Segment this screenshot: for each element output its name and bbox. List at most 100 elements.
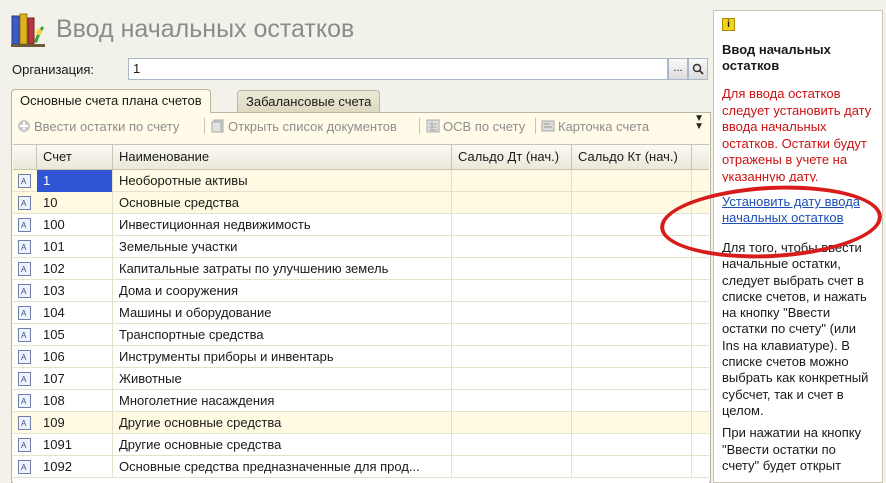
debit-balance-cell[interactable] <box>452 368 572 390</box>
organization-field[interactable]: 1 <box>128 58 668 80</box>
debit-balance-cell[interactable] <box>452 258 572 280</box>
open-documents-button[interactable]: Открыть список документов <box>211 117 397 135</box>
credit-balance-cell[interactable] <box>572 346 692 368</box>
toolbar-more-button[interactable]: ▼ ▼ <box>694 114 704 132</box>
organization-search-button[interactable] <box>688 58 708 80</box>
credit-balance-cell[interactable] <box>572 170 692 192</box>
account-code-cell[interactable]: 105 <box>37 324 113 346</box>
svg-text:A: A <box>21 419 27 428</box>
table-row[interactable]: A 108 Многолетние насаждения <box>13 390 709 412</box>
account-icon: A <box>18 394 31 408</box>
account-name-cell[interactable]: Машины и оборудование <box>113 302 452 324</box>
account-code-cell[interactable]: 1092 <box>37 456 113 478</box>
account-code-cell[interactable]: 106 <box>37 346 113 368</box>
table-row[interactable]: A 106 Инструменты приборы и инвентарь <box>13 346 709 368</box>
credit-balance-cell[interactable] <box>572 412 692 434</box>
table-row[interactable]: A 104 Машины и оборудование <box>13 302 709 324</box>
svg-text:A: A <box>21 265 27 274</box>
osv-button[interactable]: ОСВ по счету <box>426 117 525 135</box>
debit-balance-cell[interactable] <box>452 390 572 412</box>
account-name-cell[interactable]: Основные средства предназначенные для пр… <box>113 456 452 478</box>
account-name-cell[interactable]: Основные средства <box>113 192 452 214</box>
tab-offbalance-accounts[interactable]: Забалансовые счета <box>237 90 381 113</box>
credit-balance-cell[interactable] <box>572 390 692 412</box>
header-account[interactable]: Счет <box>37 145 113 170</box>
account-code-cell[interactable]: 10 <box>37 192 113 214</box>
debit-balance-cell[interactable] <box>452 170 572 192</box>
account-code-cell[interactable]: 1 <box>37 170 113 192</box>
account-icon: A <box>18 460 31 474</box>
table-row[interactable]: A 102 Капитальные затраты по улучшению зем… <box>13 258 709 280</box>
account-name-cell[interactable]: Другие основные средства <box>113 434 452 456</box>
account-code-cell[interactable]: 108 <box>37 390 113 412</box>
account-name-cell[interactable]: Инструменты приборы и инвентарь <box>113 346 452 368</box>
page-title: Ввод начальных остатков <box>56 15 355 43</box>
account-icon: A <box>18 328 31 342</box>
account-code-cell[interactable]: 1091 <box>37 434 113 456</box>
table-row[interactable]: A 109 Другие основные средства <box>13 412 709 434</box>
account-code-cell[interactable]: 104 <box>37 302 113 324</box>
debit-balance-cell[interactable] <box>452 324 572 346</box>
account-code-cell[interactable]: 103 <box>37 280 113 302</box>
account-name-cell[interactable]: Земельные участки <box>113 236 452 258</box>
header-name[interactable]: Наименование <box>113 145 452 170</box>
table-row[interactable]: A 105 Транспортные средства <box>13 324 709 346</box>
books-icon <box>11 13 45 47</box>
table-row[interactable]: A 101 Земельные участки <box>13 236 709 258</box>
debit-balance-cell[interactable] <box>452 280 572 302</box>
svg-text:A: A <box>21 397 27 406</box>
account-name-cell[interactable]: Необоротные активы <box>113 170 452 192</box>
account-name-cell[interactable]: Транспортные средства <box>113 324 452 346</box>
account-name-cell[interactable]: Другие основные средства <box>113 412 452 434</box>
accounts-table[interactable]: Счет Наименование Сальдо Дт (нач.) Сальд… <box>13 144 709 483</box>
header-credit-balance[interactable]: Сальдо Кт (нач.) <box>572 145 692 170</box>
account-code-cell[interactable]: 102 <box>37 258 113 280</box>
account-name-cell[interactable]: Капитальные затраты по улучшению земель <box>113 258 452 280</box>
debit-balance-cell[interactable] <box>452 412 572 434</box>
credit-balance-cell[interactable] <box>572 280 692 302</box>
credit-balance-cell[interactable] <box>572 192 692 214</box>
table-row[interactable]: A 10 Основные средства <box>13 192 709 214</box>
enter-balances-button[interactable]: Ввести остатки по счету <box>17 117 179 135</box>
credit-balance-cell[interactable] <box>572 236 692 258</box>
credit-balance-cell[interactable] <box>572 456 692 478</box>
table-row[interactable]: A 100 Инвестиционная недвижимость <box>13 214 709 236</box>
account-name-cell[interactable]: Дома и сооружения <box>113 280 452 302</box>
header-debit-balance[interactable]: Сальдо Дт (нач.) <box>452 145 572 170</box>
account-name-cell[interactable]: Инвестиционная недвижимость <box>113 214 452 236</box>
toolbar: Ввести остатки по счету Открыть список д… <box>12 113 710 139</box>
debit-balance-cell[interactable] <box>452 346 572 368</box>
svg-text:A: A <box>21 441 27 450</box>
account-name-cell[interactable]: Многолетние насаждения <box>113 390 452 412</box>
table-row[interactable]: A 107 Животные <box>13 368 709 390</box>
account-card-button[interactable]: Карточка счета <box>541 117 649 135</box>
credit-balance-cell[interactable] <box>572 368 692 390</box>
debit-balance-cell[interactable] <box>452 434 572 456</box>
account-code-cell[interactable]: 109 <box>37 412 113 434</box>
account-icon: A <box>18 240 31 254</box>
credit-balance-cell[interactable] <box>572 258 692 280</box>
debit-balance-cell[interactable] <box>452 192 572 214</box>
account-icon: A <box>18 306 31 320</box>
debit-balance-cell[interactable] <box>452 236 572 258</box>
credit-balance-cell[interactable] <box>572 434 692 456</box>
table-row[interactable]: A 103 Дома и сооружения <box>13 280 709 302</box>
account-code-cell[interactable]: 100 <box>37 214 113 236</box>
account-icon: A <box>18 262 31 276</box>
account-code-cell[interactable]: 101 <box>37 236 113 258</box>
debit-balance-cell[interactable] <box>452 302 572 324</box>
account-name-cell[interactable]: Животные <box>113 368 452 390</box>
table-row[interactable]: A 1091 Другие основные средства <box>13 434 709 456</box>
organization-select-button[interactable]: ... <box>668 58 688 80</box>
card-icon <box>541 119 555 133</box>
credit-balance-cell[interactable] <box>572 214 692 236</box>
table-row[interactable]: A 1092 Основные средства предназначенные д… <box>13 456 709 478</box>
tab-main-accounts[interactable]: Основные счета плана счетов <box>11 89 211 113</box>
credit-balance-cell[interactable] <box>572 324 692 346</box>
credit-balance-cell[interactable] <box>572 302 692 324</box>
account-code-cell[interactable]: 107 <box>37 368 113 390</box>
debit-balance-cell[interactable] <box>452 214 572 236</box>
debit-balance-cell[interactable] <box>452 456 572 478</box>
set-start-date-link[interactable]: Установить дату ввода начальных остатков <box>722 194 874 226</box>
table-row[interactable]: A 1 Необоротные активы <box>13 170 709 192</box>
